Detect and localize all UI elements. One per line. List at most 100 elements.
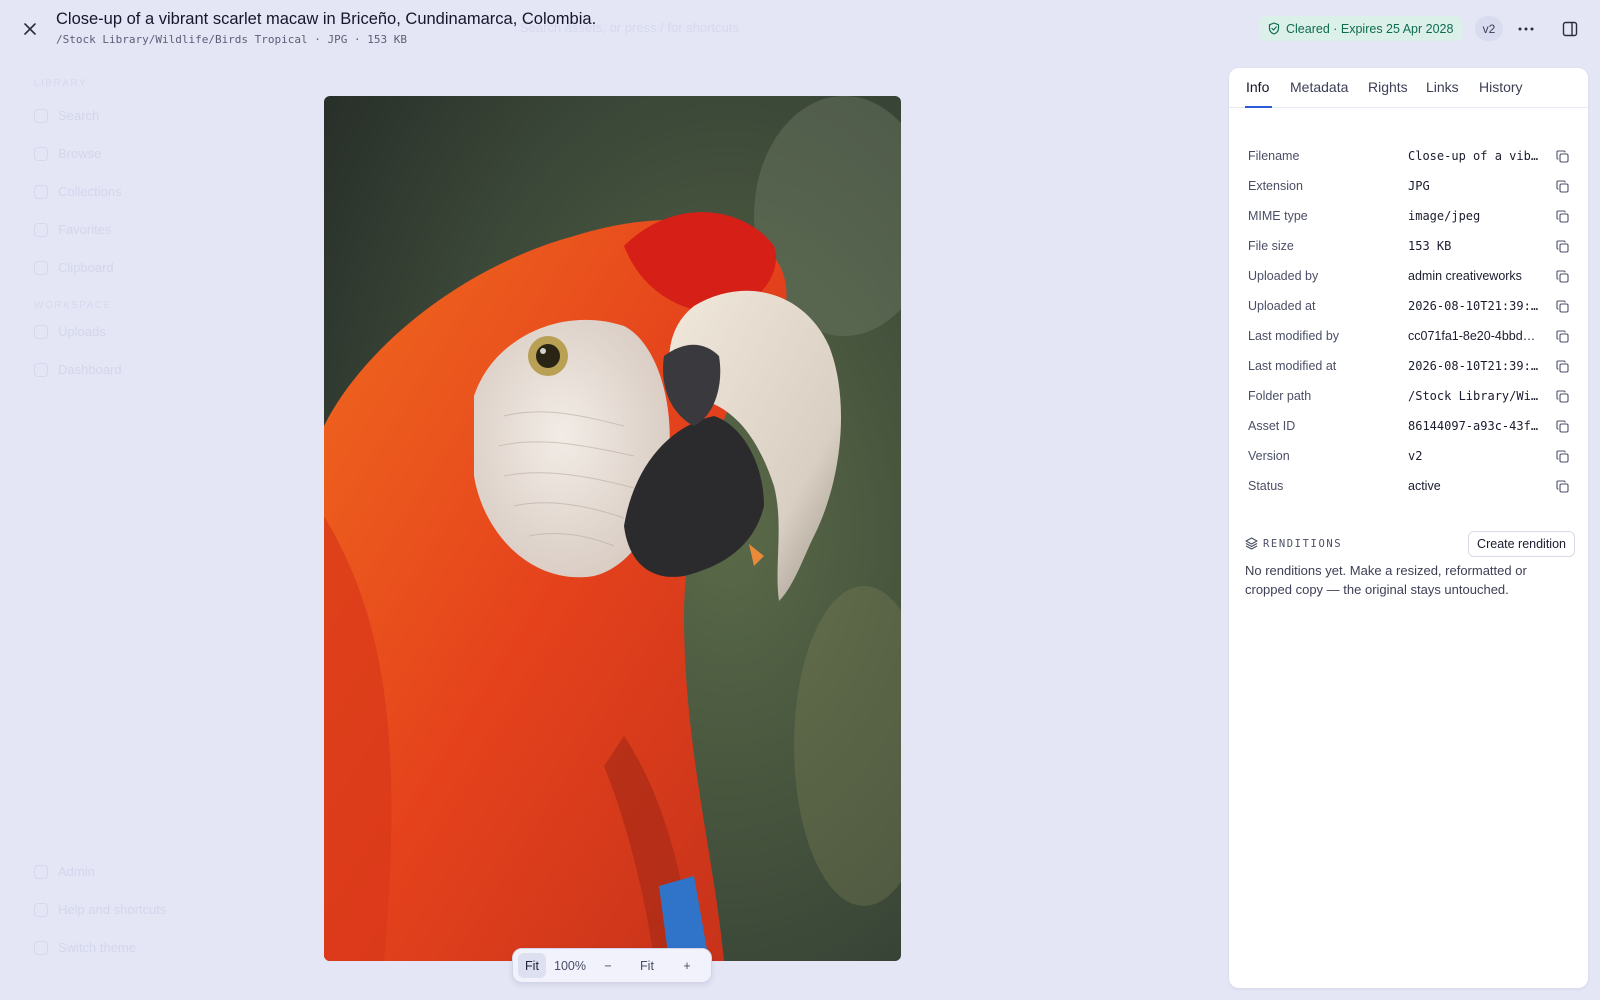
dashboard-icon (34, 362, 48, 377)
asset-subtitle: /Stock Library/Wildlife/Birds Tropical ·… (56, 33, 407, 46)
fit-to-screen-button[interactable]: Fit (624, 953, 670, 978)
background-sidebar-item: Dashboard (34, 362, 122, 377)
shield-check-icon (1268, 22, 1280, 35)
info-label: Last modified at (1248, 359, 1337, 373)
copy-icon (1556, 240, 1569, 253)
info-label: Last modified by (1248, 329, 1340, 343)
info-row: MIME type image/jpeg (1248, 202, 1573, 232)
background-sidebar: LIBRARY Search Browse Collections Favori… (12, 64, 218, 974)
clearance-status-badge: Cleared · Expires 25 Apr 2028 (1259, 16, 1464, 41)
info-value: JPG (1408, 179, 1430, 193)
active-tab-indicator (1245, 106, 1272, 108)
zoom-toolbar: Fit 100% − Fit + (512, 948, 712, 983)
fit-button[interactable]: Fit (518, 953, 546, 978)
info-value: v2 (1408, 449, 1423, 463)
background-sidebar-section: WORKSPACE (34, 300, 112, 311)
tab-history[interactable]: History (1479, 79, 1523, 95)
copy-button[interactable] (1556, 300, 1570, 314)
info-row: Folder path/Stock Library/Wildlife/Birds… (1248, 382, 1573, 412)
copy-button[interactable] (1556, 420, 1570, 434)
info-label: File size (1248, 239, 1294, 253)
info-label: Asset ID (1248, 419, 1296, 433)
clearance-status-text: Cleared · Expires 25 Apr 2028 (1286, 21, 1454, 36)
help-icon (34, 902, 48, 917)
info-label: Filename (1248, 149, 1300, 163)
info-label: Status (1248, 479, 1284, 493)
info-value: /Stock Library/Wildlife/Birds Tropical (1408, 389, 1539, 403)
info-row: Status active (1248, 472, 1573, 502)
copy-icon (1556, 330, 1569, 343)
info-label: Uploaded by (1248, 269, 1319, 283)
copy-button[interactable] (1556, 210, 1570, 224)
renditions-title: RENDITIONS (1263, 538, 1343, 550)
create-rendition-button[interactable]: Create rendition (1468, 531, 1575, 557)
background-sidebar-section: LIBRARY (34, 78, 88, 89)
info-value: 153 KB (1408, 239, 1452, 253)
info-label: MIME type (1248, 209, 1308, 223)
zoom-percentage: 100% (554, 958, 586, 973)
copy-icon (1556, 450, 1569, 463)
info-row: Extension JPG (1248, 172, 1573, 202)
info-row: Version v2 (1248, 442, 1573, 472)
copy-button[interactable] (1556, 180, 1570, 194)
version-badge[interactable]: v2 (1475, 16, 1503, 41)
copy-icon (1556, 480, 1569, 493)
tab-info[interactable]: Info (1246, 79, 1269, 95)
copy-icon (1556, 420, 1569, 433)
info-row: Last modified by cc071fa1-8e20-4bbd-9c1e (1248, 322, 1573, 352)
copy-icon (1556, 300, 1569, 313)
background-sidebar-item: Clipboard (34, 260, 114, 275)
background-sidebar-item: Browse (34, 146, 101, 161)
copy-icon (1556, 180, 1569, 193)
copy-button[interactable] (1556, 390, 1570, 404)
theme-icon (34, 940, 48, 955)
star-icon (34, 222, 48, 237)
info-row: Uploaded by admin creativeworks (1248, 262, 1573, 292)
copy-button[interactable] (1556, 240, 1570, 254)
info-value: 2026-08-10T21:39:12Z (1408, 299, 1539, 313)
background-sidebar-item: Switch theme (34, 940, 136, 955)
zoom-out-button[interactable]: − (594, 953, 622, 978)
close-button[interactable] (18, 17, 42, 41)
info-value: active (1408, 479, 1441, 493)
info-label: Folder path (1248, 389, 1312, 403)
close-icon (24, 23, 36, 35)
background-sidebar-item: Uploads (34, 324, 106, 339)
info-row: File size 153 KB (1248, 232, 1573, 262)
zoom-in-button[interactable]: + (672, 953, 702, 978)
upload-icon (34, 324, 48, 339)
clipboard-icon (34, 260, 48, 275)
sidebar-toggle-icon (1562, 21, 1578, 37)
info-label: Uploaded at (1248, 299, 1316, 313)
admin-icon (34, 864, 48, 879)
tab-rights[interactable]: Rights (1368, 79, 1408, 95)
copy-button[interactable] (1556, 360, 1570, 374)
info-label: Version (1248, 449, 1290, 463)
copy-button[interactable] (1556, 150, 1570, 164)
copy-button[interactable] (1556, 330, 1570, 344)
more-options-button[interactable] (1513, 16, 1539, 42)
background-sidebar-item: Admin (34, 864, 95, 879)
more-horizontal-icon (1518, 27, 1534, 31)
tab-links[interactable]: Links (1426, 79, 1459, 95)
background-sidebar-item: Favorites (34, 222, 111, 237)
copy-button[interactable] (1556, 270, 1570, 284)
info-value: Close-up of a vibrant scarlet macaw in B… (1408, 149, 1539, 163)
info-row: Last modified at 2026-08-10T21:39:12Z (1248, 352, 1573, 382)
tab-metadata[interactable]: Metadata (1290, 79, 1348, 95)
copy-icon (1556, 270, 1569, 283)
copy-icon (1556, 360, 1569, 373)
copy-button[interactable] (1556, 480, 1570, 494)
background-sidebar-item: Help and shortcuts (34, 902, 166, 917)
info-row: Uploaded at 2026-08-10T21:39:12Z (1248, 292, 1573, 322)
panel-tabs: Info Metadata Rights Links History (1229, 68, 1588, 108)
folder-icon (34, 146, 48, 161)
asset-image[interactable] (324, 96, 901, 961)
toggle-panel-button[interactable] (1557, 16, 1583, 42)
info-value: cc071fa1-8e20-4bbd-9c1e (1408, 329, 1539, 343)
copy-icon (1556, 150, 1569, 163)
copy-icon (1556, 210, 1569, 223)
info-row: Asset ID 86144097-a93c-43f0-9b1e (1248, 412, 1573, 442)
copy-button[interactable] (1556, 450, 1570, 464)
background-sidebar-item: Collections (34, 184, 122, 199)
